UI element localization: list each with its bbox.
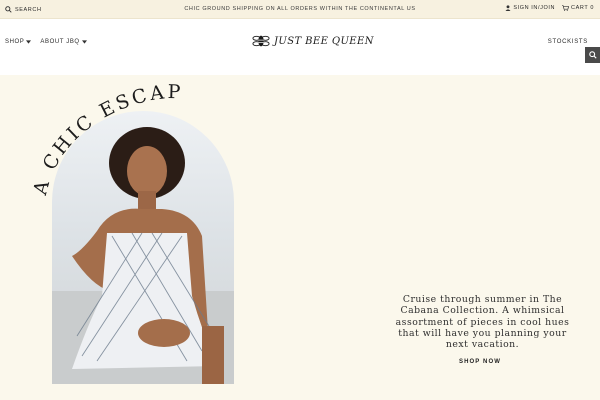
cart-count: 0 [590,5,594,11]
search-icon [588,51,597,59]
hero-description: Cruise through summer in The Cabana Coll… [395,294,570,351]
nav-about[interactable]: ABOUT JBQ [40,39,87,45]
nav-shop[interactable]: SHOP [5,39,32,45]
cart-label: CART [571,5,589,11]
site-header: SHOP ABOUT JBQ JUST BEE QUEEN STOCKISTS [0,19,600,75]
sign-in-label: SIGN IN/JOIN [513,5,556,11]
nav-about-label: ABOUT JBQ [40,39,80,45]
stockists-link[interactable]: STOCKISTS [548,39,588,45]
logo-text: JUST BEE QUEEN [274,35,374,47]
nav-shop-label: SHOP [5,39,25,45]
chevron-down-icon [26,40,32,44]
cart-link[interactable]: CART 0 [562,5,594,11]
announcement-bar: SEARCH CHIC GROUND SHIPPING ON ALL ORDER… [0,0,600,19]
hero-photo [52,111,234,384]
model-illustration [52,127,234,384]
main-nav: SHOP ABOUT JBQ [5,39,87,45]
user-icon [505,5,511,11]
chevron-down-icon [81,40,87,44]
cart-icon [562,5,570,11]
sign-in-link[interactable]: SIGN IN/JOIN [505,5,555,11]
shop-now-link[interactable]: SHOP NOW [440,359,520,365]
site-logo[interactable]: JUST BEE QUEEN [252,32,374,50]
search-button[interactable] [585,47,600,63]
bee-logo-icon [252,35,270,47]
